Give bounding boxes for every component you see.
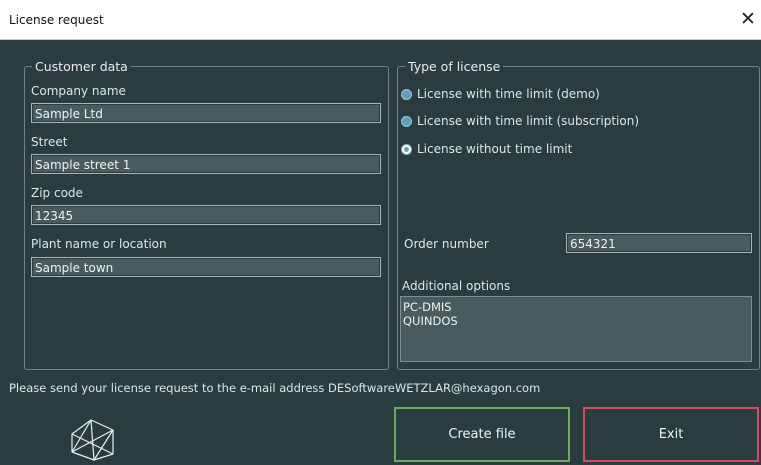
zip-code-field[interactable]: 12345: [31, 205, 381, 225]
radio-time-limit-demo[interactable]: License with time limit (demo): [401, 87, 600, 101]
zip-code-label: Zip code: [31, 186, 83, 200]
radio-label: License without time limit: [417, 142, 573, 156]
title-bar: License request ✕: [0, 0, 761, 40]
close-icon[interactable]: ✕: [737, 8, 759, 30]
list-item: QUINDOS: [403, 314, 458, 328]
email-notice: Please send your license request to the …: [9, 381, 541, 395]
window-title: License request: [9, 13, 104, 27]
additional-options-label: Additional options: [402, 279, 511, 293]
radio-button-icon: [401, 88, 412, 100]
radio-without-time-limit[interactable]: License without time limit: [401, 142, 572, 156]
list-item: PC-DMIS: [403, 300, 452, 314]
plant-name-label: Plant name or location: [31, 237, 167, 251]
street-field[interactable]: Sample street 1: [31, 154, 381, 174]
exit-button[interactable]: Exit: [583, 407, 759, 462]
create-file-button[interactable]: Create file: [394, 407, 570, 462]
license-type-legend: Type of license: [408, 59, 501, 74]
order-number-field[interactable]: 654321: [566, 233, 752, 253]
company-name-field[interactable]: Sample Ltd: [31, 103, 381, 123]
radio-label: License with time limit (subscription): [417, 114, 640, 128]
radio-button-selected-icon: [401, 143, 412, 155]
customer-data-legend: Customer data: [35, 59, 128, 74]
radio-button-icon: [401, 115, 412, 127]
company-name-label: Company name: [31, 84, 126, 98]
radio-label: License with time limit (demo): [417, 87, 600, 101]
radio-time-limit-subscription[interactable]: License with time limit (subscription): [401, 114, 639, 128]
additional-options-list[interactable]: PC-DMIS QUINDOS: [400, 296, 752, 362]
plant-name-field[interactable]: Sample town: [31, 257, 381, 277]
order-number-label: Order number: [404, 237, 489, 251]
hexagon-logo-icon: [71, 419, 114, 461]
street-label: Street: [31, 135, 68, 149]
